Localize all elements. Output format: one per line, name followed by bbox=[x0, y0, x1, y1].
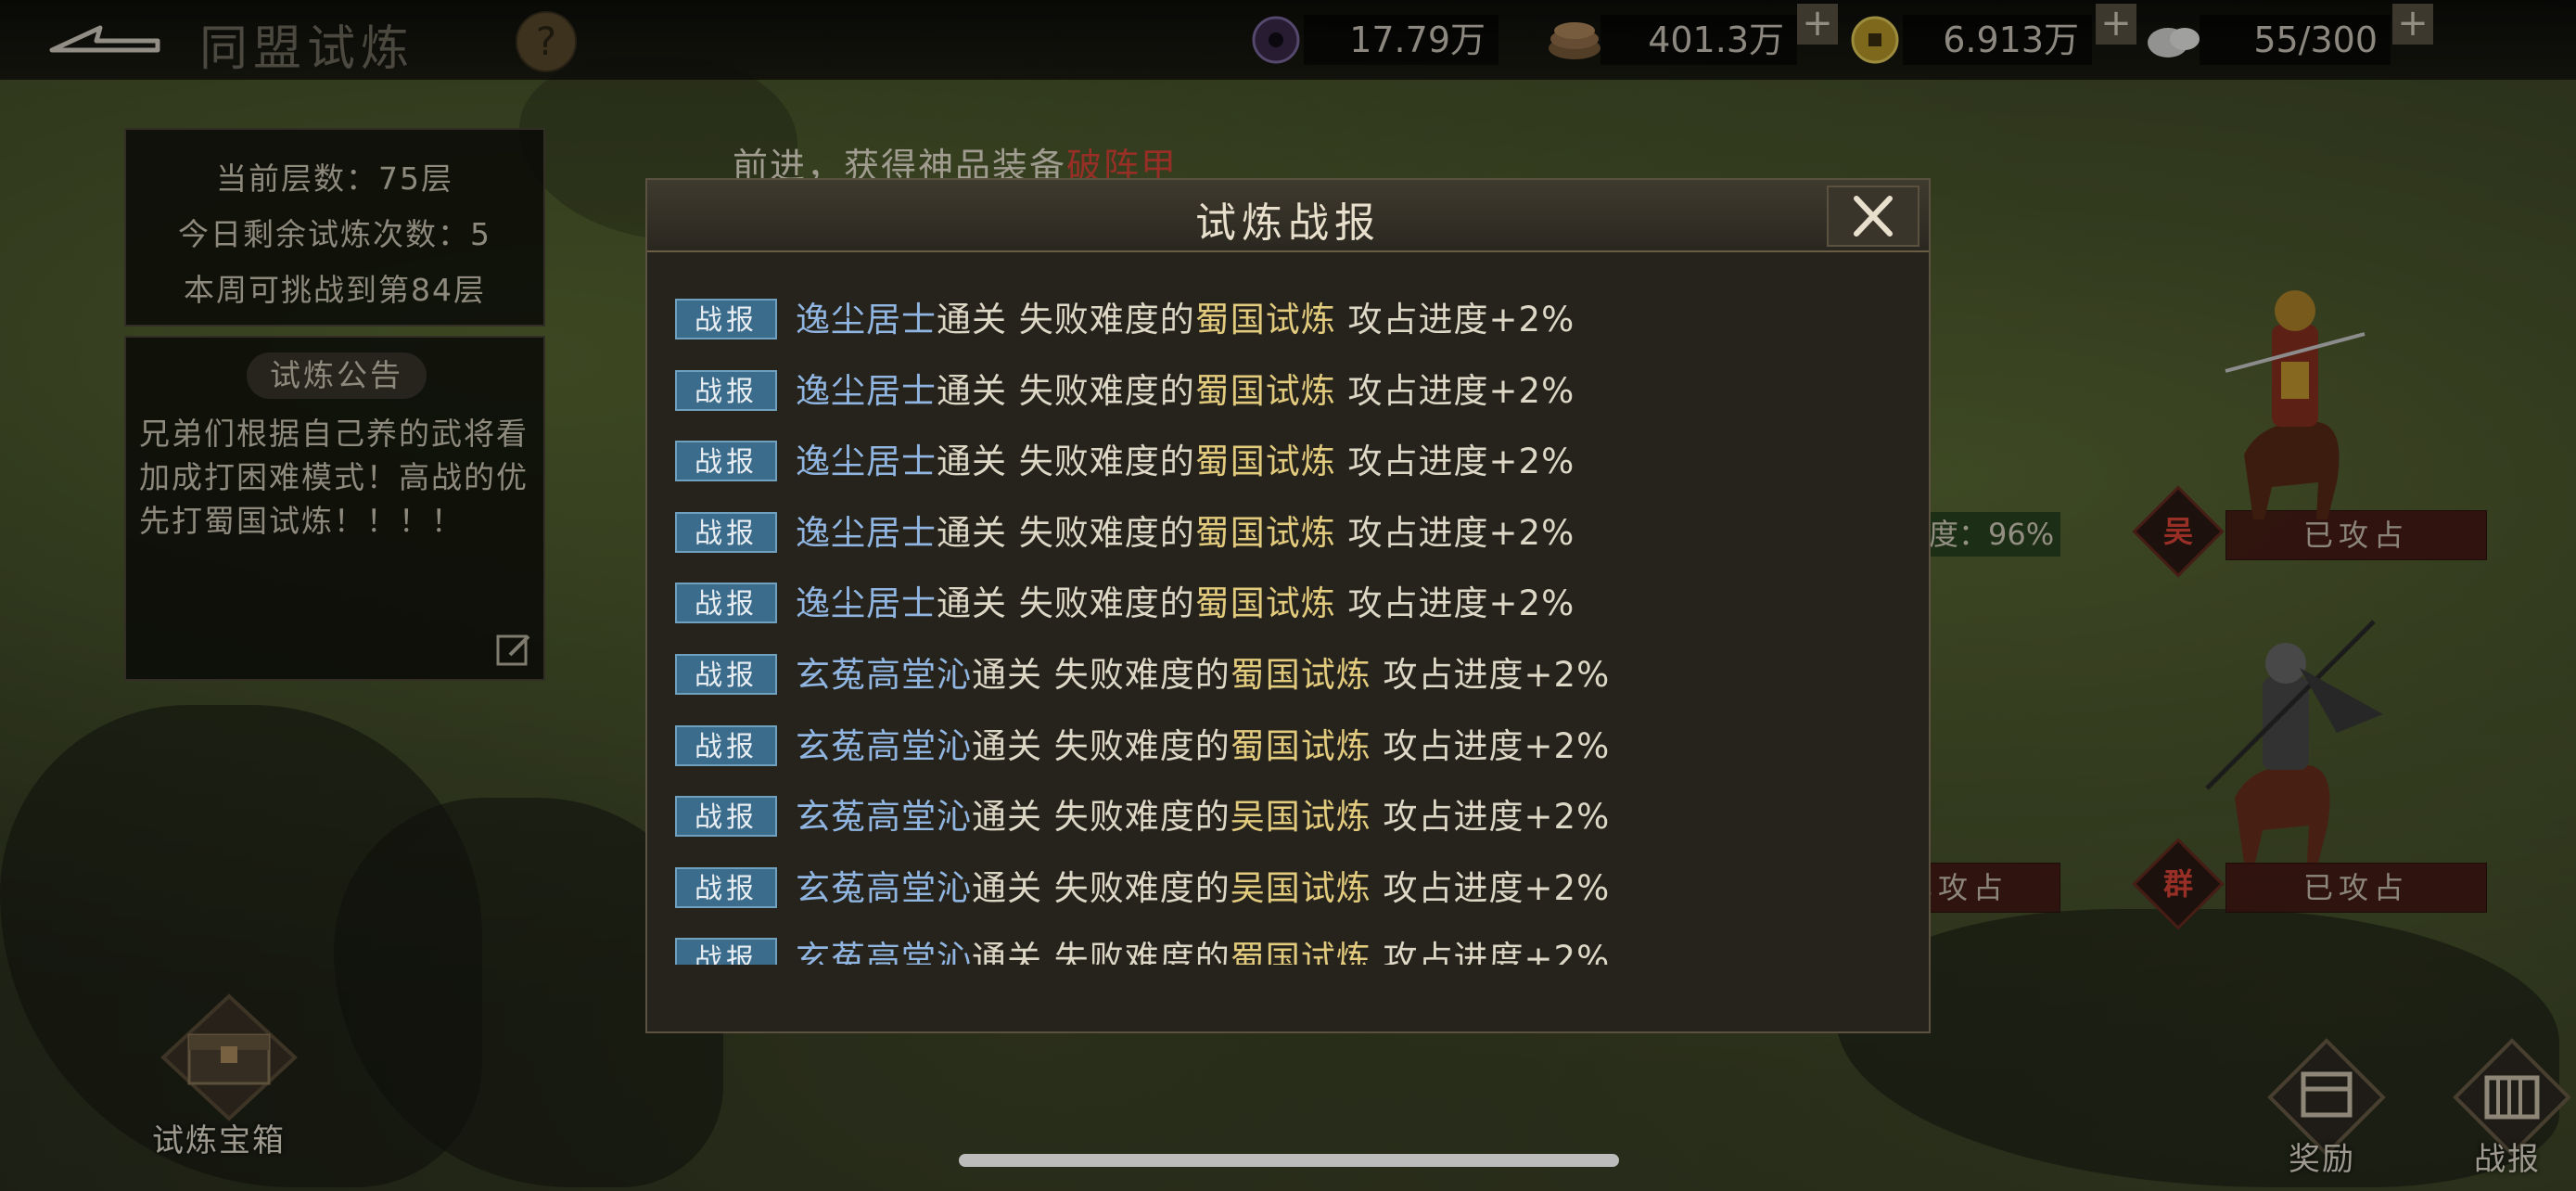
report-text: 通关 失败难度的 bbox=[937, 442, 1195, 481]
report-tag[interactable]: 战报 bbox=[675, 938, 777, 965]
progress-gain: 攻占进度+2% bbox=[1371, 655, 1611, 695]
progress-gain: 攻占进度+2% bbox=[1335, 583, 1575, 623]
nation-trial-name: 蜀国试炼 bbox=[1230, 939, 1371, 965]
nation-trial-name: 蜀国试炼 bbox=[1194, 513, 1336, 553]
progress-gain: 攻占进度+2% bbox=[1371, 726, 1611, 766]
report-tag[interactable]: 战报 bbox=[675, 441, 777, 481]
progress-gain: 攻占进度+2% bbox=[1335, 300, 1575, 339]
nation-trial-name: 蜀国试炼 bbox=[1230, 726, 1371, 766]
home-indicator[interactable] bbox=[959, 1154, 1619, 1167]
player-name[interactable]: 玄菟高堂沁 bbox=[796, 655, 972, 695]
report-message: 逸尘居士通关 失败难度的蜀国试炼 攻占进度+2% bbox=[796, 510, 1575, 557]
report-text: 通关 失败难度的 bbox=[972, 797, 1231, 837]
report-tag[interactable]: 战报 bbox=[675, 512, 777, 553]
report-message: 玄菟高堂沁通关 失败难度的蜀国试炼 攻占进度+2% bbox=[796, 936, 1610, 965]
nation-trial-name: 蜀国试炼 bbox=[1194, 442, 1336, 481]
close-icon bbox=[1854, 196, 1893, 237]
close-button[interactable] bbox=[1827, 186, 1919, 247]
report-text: 通关 失败难度的 bbox=[937, 513, 1195, 553]
report-text: 通关 失败难度的 bbox=[937, 371, 1195, 411]
report-text: 通关 失败难度的 bbox=[972, 726, 1231, 766]
report-message: 玄菟高堂沁通关 失败难度的吴国试炼 攻占进度+2% bbox=[796, 865, 1610, 912]
report-message: 玄菟高堂沁通关 失败难度的蜀国试炼 攻占进度+2% bbox=[796, 724, 1610, 770]
player-name[interactable]: 逸尘居士 bbox=[796, 583, 937, 623]
player-name[interactable]: 玄菟高堂沁 bbox=[796, 939, 972, 965]
player-name[interactable]: 玄菟高堂沁 bbox=[796, 868, 972, 908]
player-name[interactable]: 逸尘居士 bbox=[796, 513, 937, 553]
nation-trial-name: 蜀国试炼 bbox=[1194, 583, 1336, 623]
report-text: 通关 失败难度的 bbox=[937, 583, 1195, 623]
report-message: 玄菟高堂沁通关 失败难度的蜀国试炼 攻占进度+2% bbox=[796, 652, 1610, 698]
nation-trial-name: 蜀国试炼 bbox=[1194, 300, 1336, 339]
report-tag[interactable]: 战报 bbox=[675, 299, 777, 339]
report-text: 通关 失败难度的 bbox=[972, 939, 1231, 965]
dialog-title: 试炼战报 bbox=[1195, 199, 1381, 247]
progress-gain: 攻占进度+2% bbox=[1335, 513, 1575, 553]
progress-gain: 攻占进度+2% bbox=[1335, 371, 1575, 411]
report-message: 逸尘居士通关 失败难度的蜀国试炼 攻占进度+2% bbox=[796, 297, 1575, 343]
nation-trial-name: 吴国试炼 bbox=[1230, 797, 1371, 837]
report-message: 逸尘居士通关 失败难度的蜀国试炼 攻占进度+2% bbox=[796, 368, 1575, 415]
player-name[interactable]: 玄菟高堂沁 bbox=[796, 797, 972, 837]
player-name[interactable]: 玄菟高堂沁 bbox=[796, 726, 972, 766]
report-tag[interactable]: 战报 bbox=[675, 725, 777, 766]
player-name[interactable]: 逸尘居士 bbox=[796, 442, 937, 481]
report-tag[interactable]: 战报 bbox=[675, 370, 777, 411]
report-text: 通关 失败难度的 bbox=[937, 300, 1195, 339]
report-tag[interactable]: 战报 bbox=[675, 654, 777, 695]
dialog-header: 试炼战报 bbox=[647, 180, 1929, 252]
nation-trial-name: 吴国试炼 bbox=[1230, 868, 1371, 908]
report-text: 通关 失败难度的 bbox=[972, 655, 1231, 695]
progress-gain: 攻占进度+2% bbox=[1335, 442, 1575, 481]
report-tag[interactable]: 战报 bbox=[675, 796, 777, 837]
report-text: 通关 失败难度的 bbox=[972, 868, 1231, 908]
nation-trial-name: 蜀国试炼 bbox=[1194, 371, 1336, 411]
progress-gain: 攻占进度+2% bbox=[1371, 868, 1611, 908]
report-message: 玄菟高堂沁通关 失败难度的吴国试炼 攻占进度+2% bbox=[796, 794, 1610, 840]
battle-report-dialog: 试炼战报 战报 逸尘居士通关 失败难度的蜀国试炼 攻占进度+2% 战报 逸尘居士通关 … bbox=[645, 178, 1931, 1033]
nation-trial-name: 蜀国试炼 bbox=[1230, 655, 1371, 695]
progress-gain: 攻占进度+2% bbox=[1371, 797, 1611, 837]
report-tag[interactable]: 战报 bbox=[675, 867, 777, 908]
report-list[interactable]: 战报 逸尘居士通关 失败难度的蜀国试炼 攻占进度+2% 战报 逸尘居士通关 失败难度的… bbox=[675, 297, 1881, 965]
player-name[interactable]: 逸尘居士 bbox=[796, 300, 937, 339]
progress-gain: 攻占进度+2% bbox=[1371, 939, 1611, 965]
player-name[interactable]: 逸尘居士 bbox=[796, 371, 937, 411]
report-message: 逸尘居士通关 失败难度的蜀国试炼 攻占进度+2% bbox=[796, 581, 1575, 627]
report-message: 逸尘居士通关 失败难度的蜀国试炼 攻占进度+2% bbox=[796, 439, 1575, 485]
report-tag[interactable]: 战报 bbox=[675, 583, 777, 623]
